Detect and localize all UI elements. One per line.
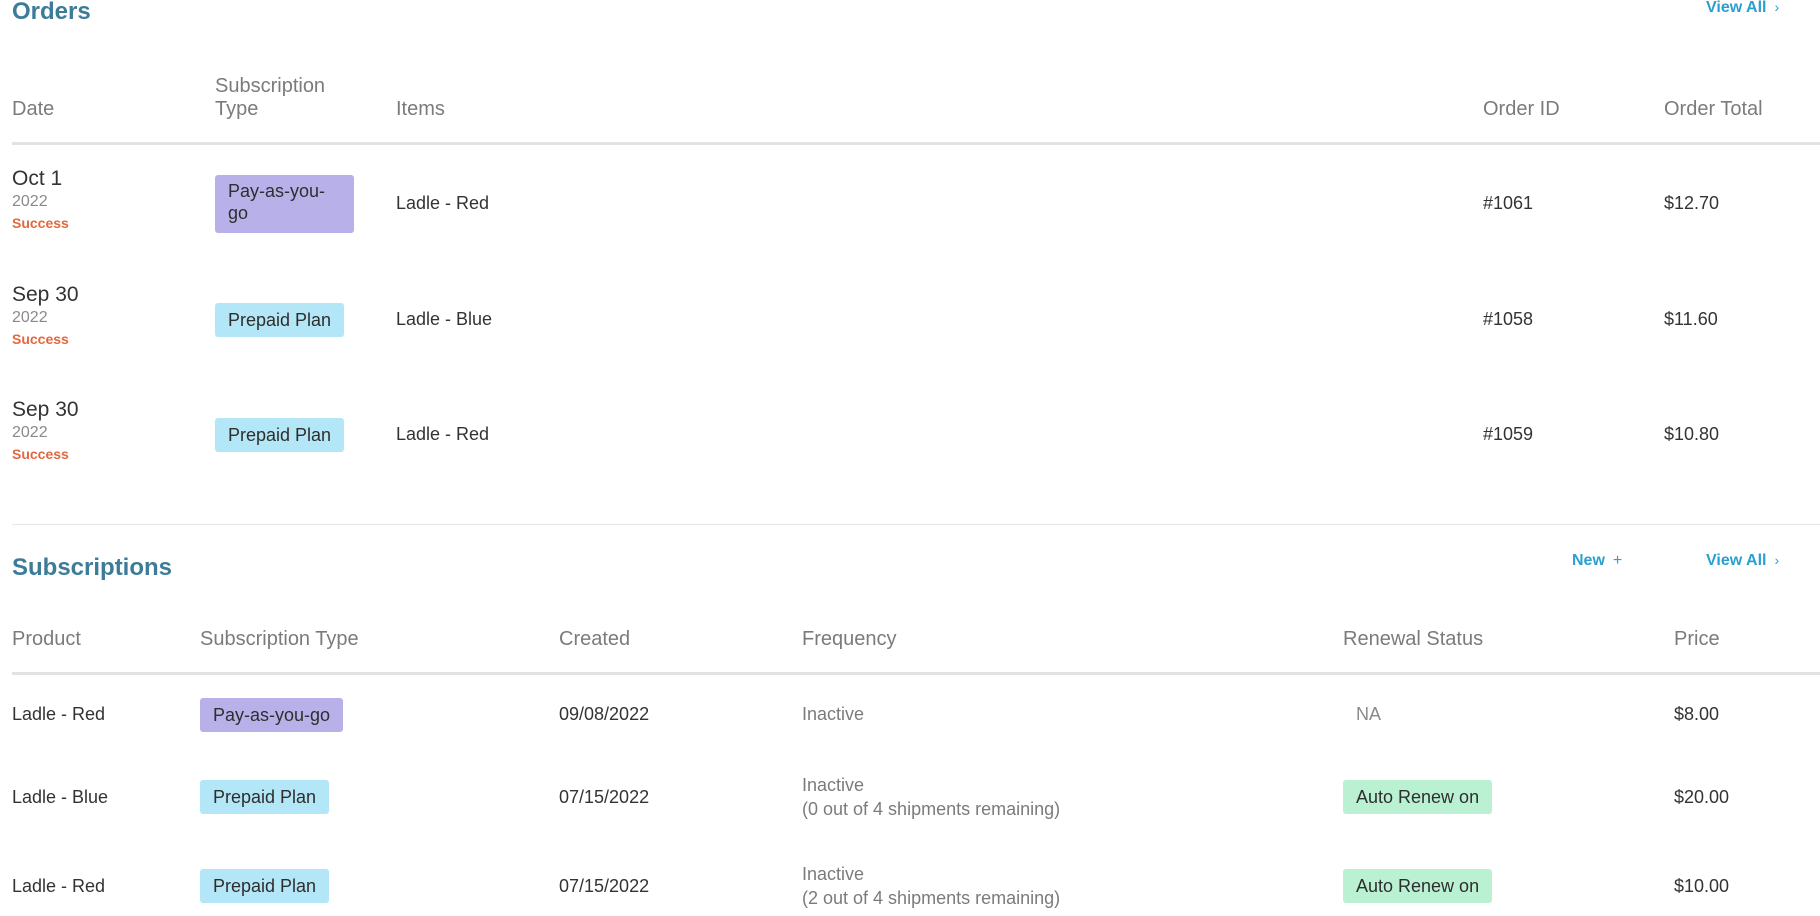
- order-id[interactable]: #1059: [1483, 424, 1533, 445]
- view-all-label: View All: [1706, 0, 1767, 16]
- column-header-price: Price: [1674, 628, 1720, 650]
- order-date-cell: Sep 30 2022 Success: [12, 283, 79, 347]
- frequency-cell: Inactive (2 out of 4 shipments remaining…: [802, 862, 1060, 910]
- frequency-status: Inactive: [802, 775, 865, 795]
- new-subscription-link[interactable]: New +: [1572, 552, 1622, 570]
- order-status: Success: [12, 215, 69, 231]
- column-header-created: Created: [559, 628, 631, 650]
- column-header-subscription-type: Subscription Type: [215, 75, 325, 121]
- order-total: $11.60: [1664, 309, 1718, 329]
- column-header-order-id: Order ID: [1483, 98, 1560, 120]
- badge-line: Pay-as-you-: [228, 181, 326, 201]
- subscriptions-view-all-link[interactable]: View All ›: [1706, 552, 1779, 570]
- chevron-right-icon: ›: [1774, 0, 1780, 15]
- subscription-type-badge: Prepaid Plan: [200, 869, 330, 903]
- frequency-detail: (0 out of 4 shipments remaining): [802, 799, 1061, 819]
- chevron-right-icon: ›: [1774, 552, 1780, 568]
- order-id[interactable]: #1061: [1483, 193, 1533, 214]
- orders-title: Orders: [12, 0, 91, 25]
- order-year: 2022: [12, 193, 48, 210]
- created-date: 07/15/2022: [559, 787, 650, 807]
- column-header-renewal-status: Renewal Status: [1343, 628, 1484, 650]
- order-year: 2022: [12, 309, 48, 326]
- renewal-status: NA: [1356, 704, 1382, 724]
- frequency-detail: (2 out of 4 shipments remaining): [802, 888, 1061, 908]
- order-date-cell: Sep 30 2022 Success: [12, 398, 79, 462]
- order-total: $10.80: [1664, 424, 1720, 444]
- column-header-order-total: Order Total: [1664, 98, 1763, 120]
- frequency-status: Inactive: [802, 704, 865, 724]
- order-item: Ladle - Red: [396, 424, 490, 444]
- order-item: Ladle - Blue: [396, 309, 493, 329]
- badge-line: go: [228, 203, 249, 223]
- column-header-product: Product: [12, 628, 81, 650]
- frequency-cell: Inactive (0 out of 4 shipments remaining…: [802, 773, 1060, 821]
- order-date-cell: Oct 1 2022 Success: [12, 167, 69, 231]
- order-date: Oct 1: [12, 167, 63, 190]
- subscription-type-badge: Prepaid Plan: [215, 303, 345, 337]
- auto-renew-badge[interactable]: Auto Renew on: [1343, 869, 1493, 903]
- order-date: Sep 30: [12, 283, 79, 306]
- product-name: Ladle - Red: [12, 876, 106, 896]
- section-divider: [12, 524, 1820, 525]
- price: $20.00: [1674, 787, 1730, 807]
- price: $8.00: [1674, 704, 1720, 724]
- header-divider: [12, 672, 1820, 675]
- orders-view-all-link[interactable]: View All ›: [1706, 0, 1779, 17]
- auto-renew-badge[interactable]: Auto Renew on: [1343, 780, 1493, 814]
- order-total: $12.70: [1664, 193, 1720, 213]
- created-date: 07/15/2022: [559, 876, 650, 896]
- product-name: Ladle - Red: [12, 704, 106, 724]
- product-name: Ladle - Blue: [12, 787, 109, 807]
- header-line: Subscription: [215, 75, 326, 97]
- column-header-subscription-type: Subscription Type: [200, 628, 359, 650]
- order-status: Success: [12, 446, 69, 462]
- order-id[interactable]: #1058: [1483, 309, 1533, 330]
- order-date: Sep 30: [12, 398, 79, 421]
- column-header-frequency: Frequency: [802, 628, 897, 650]
- header-divider: [12, 142, 1820, 145]
- order-status: Success: [12, 331, 69, 347]
- order-item: Ladle - Red: [396, 193, 490, 213]
- price: $10.00: [1674, 876, 1730, 896]
- subscription-type-badge: Pay-as-you-go: [200, 698, 344, 732]
- created-date: 09/08/2022: [559, 704, 650, 724]
- frequency-status: Inactive: [802, 864, 865, 884]
- plus-icon: +: [1612, 552, 1623, 569]
- subscription-type-badge: Pay-as-you- go: [215, 175, 354, 233]
- new-label: New: [1572, 552, 1605, 569]
- column-header-date: Date: [12, 98, 55, 120]
- header-line: Type: [215, 98, 259, 120]
- order-year: 2022: [12, 424, 48, 441]
- subscription-type-badge: Prepaid Plan: [200, 780, 330, 814]
- subscriptions-title: Subscriptions: [12, 554, 173, 581]
- column-header-items: Items: [396, 98, 445, 120]
- subscription-type-badge: Prepaid Plan: [215, 418, 345, 452]
- view-all-label: View All: [1706, 552, 1767, 569]
